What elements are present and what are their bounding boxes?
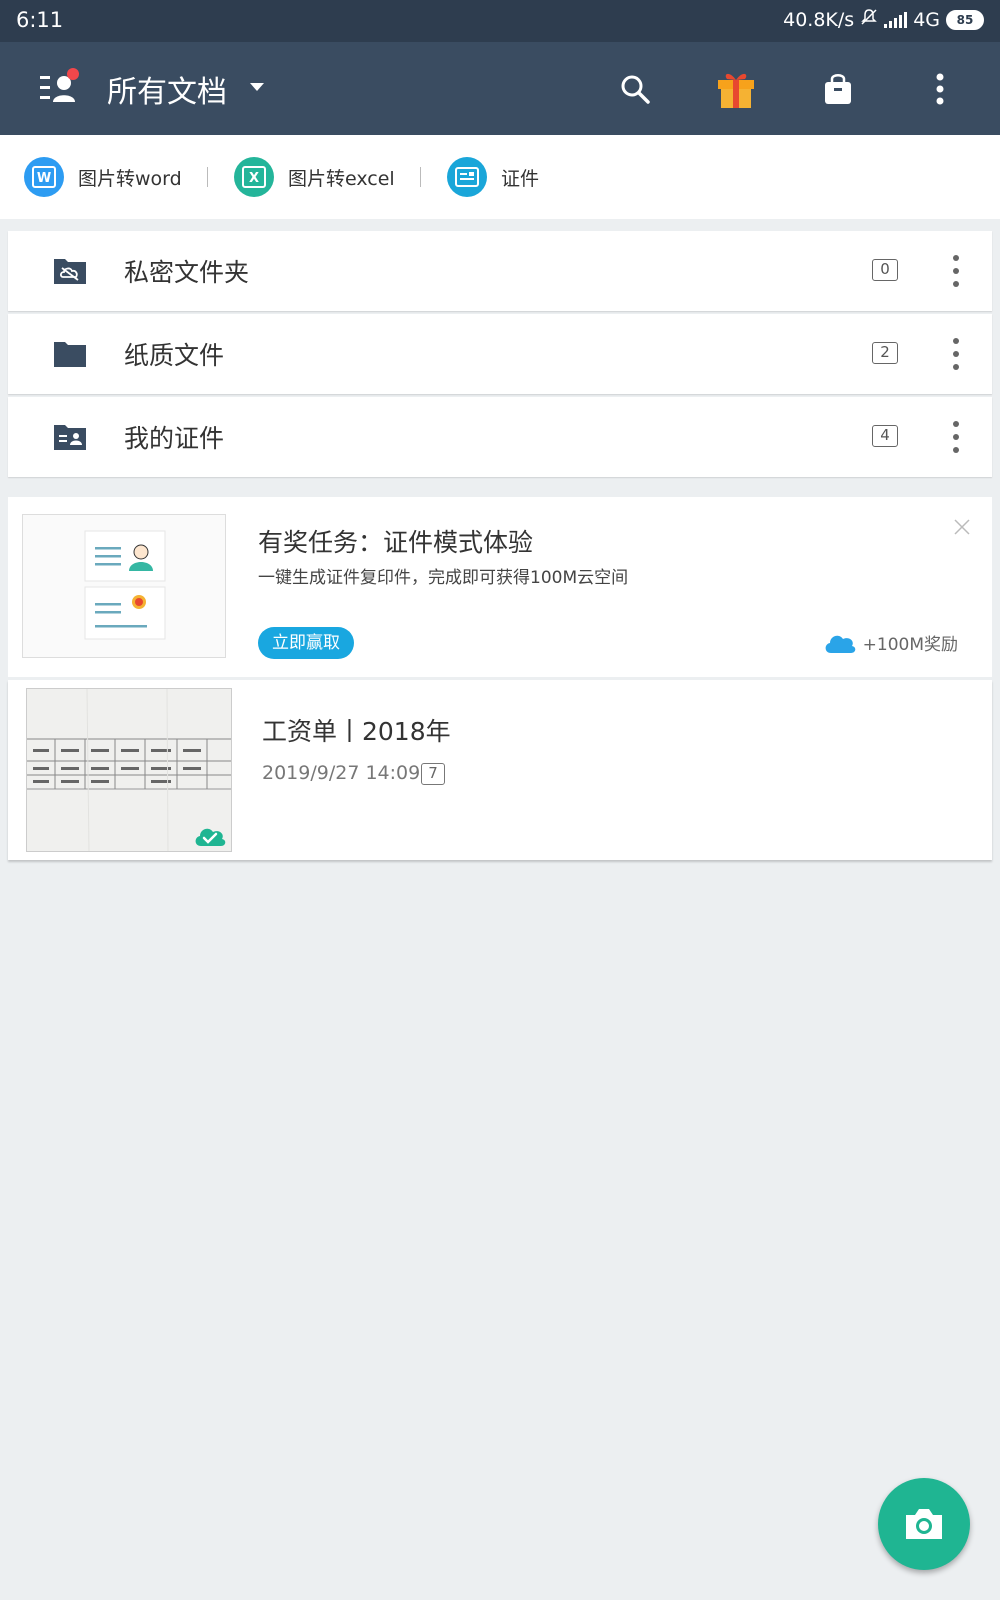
folder-name: 我的证件 (124, 424, 225, 453)
folder-count: 2 (872, 342, 898, 364)
svg-text:W: W (37, 171, 51, 186)
claim-reward-button[interactable]: 立即赢取 (258, 627, 354, 659)
folder-count: 0 (872, 259, 898, 281)
cloud-icon (825, 635, 855, 653)
divider (420, 167, 421, 187)
task-description: 一键生成证件复印件，完成即可获得100M云空间 (258, 568, 629, 588)
folder-name: 私密文件夹 (124, 258, 250, 287)
status-bar: 6:11 40.8K/s 4G 85 (0, 0, 1000, 42)
folder-name: 纸质文件 (124, 341, 225, 370)
cloud-synced-icon (193, 825, 227, 847)
gift-button[interactable] (711, 64, 761, 114)
folder-icon (52, 336, 88, 370)
quick-action-label: 图片转excel (288, 167, 395, 190)
document-date: 2019/9/27 14:09 (262, 762, 421, 784)
status-time: 6:11 (16, 8, 64, 32)
camera-capture-button[interactable] (878, 1478, 970, 1570)
shopping-bag-icon (825, 74, 851, 104)
id-folder-icon (52, 419, 88, 453)
folder-count: 4 (872, 425, 898, 447)
menu-user-icon[interactable] (40, 68, 80, 108)
svg-text:X: X (249, 171, 259, 186)
dropdown-caret-icon[interactable] (250, 83, 264, 91)
id-card-icon (447, 157, 487, 197)
search-icon (621, 75, 650, 104)
reward-text: +100M奖励 (862, 635, 958, 655)
camera-icon (906, 1509, 942, 1539)
quick-action-image-to-excel[interactable]: X 图片转excel (234, 155, 395, 199)
document-page-count: 7 (421, 763, 445, 785)
task-title: 有奖任务：证件模式体验 (258, 528, 534, 557)
word-icon: W (24, 157, 64, 197)
network-type: 4G (913, 8, 940, 31)
quick-action-label: 图片转word (78, 167, 182, 190)
battery-icon: 85 (946, 9, 984, 30)
document-thumbnail (26, 688, 232, 852)
quick-action-image-to-word[interactable]: W 图片转word (24, 155, 182, 199)
folder-item-private[interactable]: 私密文件夹 0 (8, 231, 992, 311)
close-icon[interactable] (954, 519, 970, 535)
reward-info: +100M奖励 (823, 630, 958, 655)
more-vertical-icon[interactable] (950, 421, 962, 453)
shop-button[interactable] (813, 64, 863, 114)
document-title: 工资单丨2018年 (262, 717, 451, 746)
document-item[interactable]: 工资单丨2018年 2019/9/27 14:09 7 (8, 680, 992, 860)
gift-icon (718, 73, 754, 108)
status-indicators: 40.8K/s 4G 85 (783, 8, 984, 31)
mute-bell-icon (860, 8, 878, 31)
excel-icon: X (234, 157, 274, 197)
more-vertical-icon[interactable] (950, 338, 962, 370)
search-button[interactable] (610, 64, 660, 114)
quick-action-id-card[interactable]: 证件 (447, 155, 539, 199)
folder-item-paper[interactable]: 纸质文件 2 (8, 314, 992, 394)
more-vertical-icon[interactable] (950, 255, 962, 287)
page-title[interactable]: 所有文档 (107, 67, 227, 111)
overflow-menu-button[interactable] (915, 64, 965, 114)
app-bar: 所有文档 (0, 42, 1000, 135)
reward-task-card[interactable]: 有奖任务：证件模式体验 一键生成证件复印件，完成即可获得100M云空间 立即赢取… (8, 497, 992, 677)
quick-actions: W 图片转word X 图片转excel 证件 (0, 135, 1000, 219)
signal-icon (884, 11, 908, 28)
more-vertical-icon (936, 73, 944, 105)
quick-action-label: 证件 (501, 167, 540, 190)
net-speed: 40.8K/s (783, 8, 855, 31)
divider (207, 167, 208, 187)
id-mode-illustration (22, 514, 226, 658)
folder-item-my-ids[interactable]: 我的证件 4 (8, 397, 992, 477)
private-folder-icon (52, 253, 88, 287)
